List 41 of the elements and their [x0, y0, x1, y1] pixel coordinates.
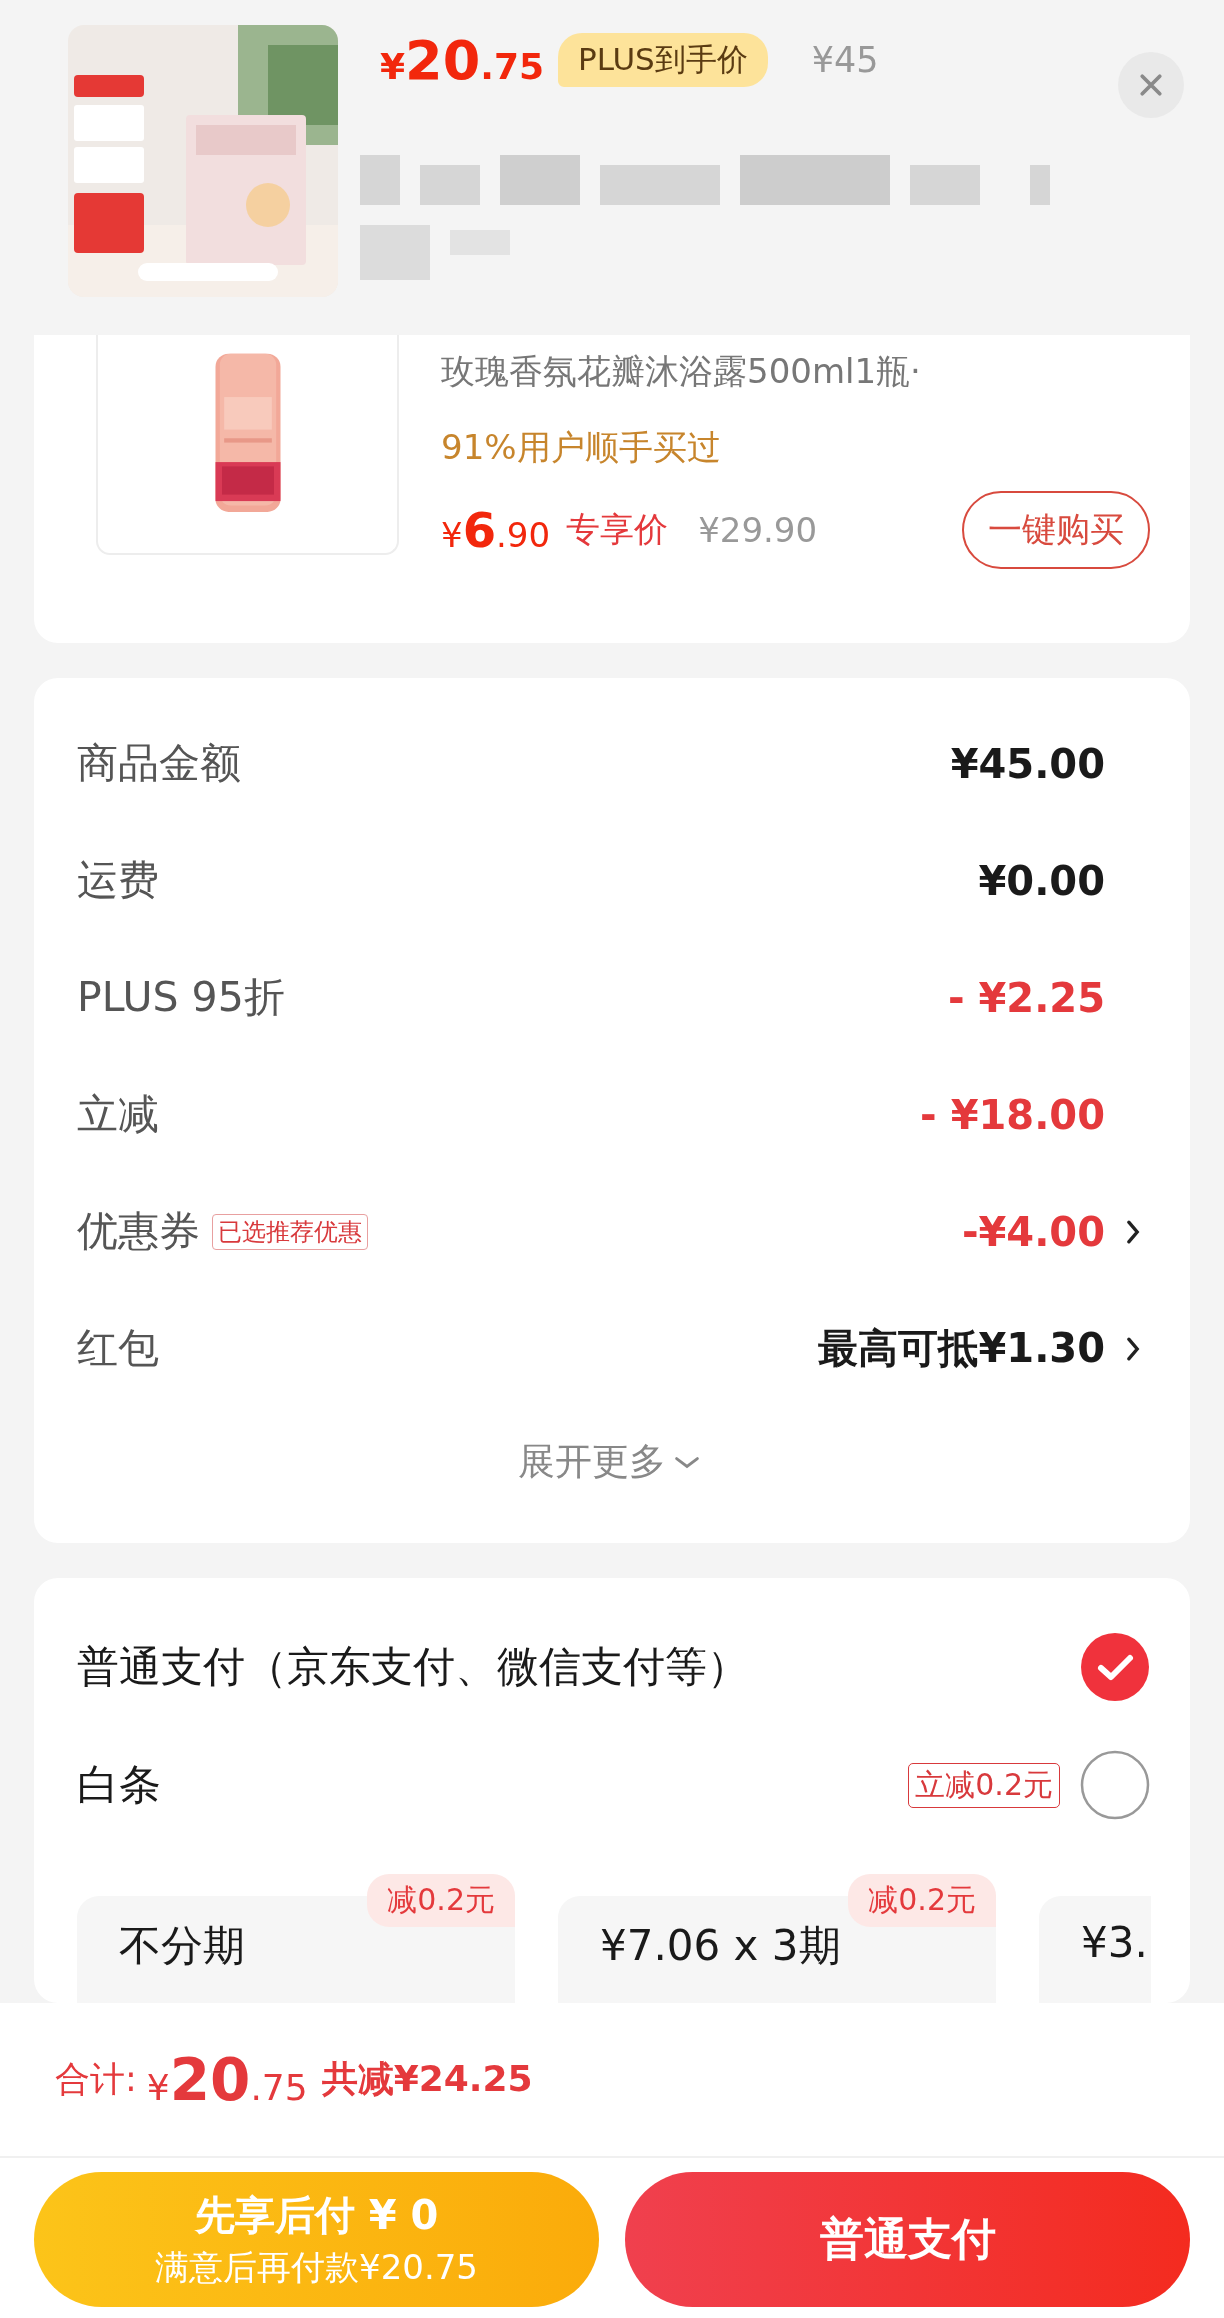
purchase-note: 91%用户顺手买过 — [441, 426, 722, 469]
price-badge: PLUS到手价 — [558, 33, 768, 87]
price: ¥6.90 — [441, 502, 551, 558]
radio-icon[interactable] — [1080, 1750, 1150, 1820]
tag: 已选推荐优惠 — [212, 1213, 368, 1250]
plan-title: ¥3. — [1081, 1918, 1149, 1967]
chevron-right-icon[interactable] — [1126, 1218, 1140, 1245]
row-value: -¥4.00 — [961, 1208, 1105, 1255]
row-label: 红包 — [77, 1323, 159, 1374]
chevron-right-icon[interactable] — [1126, 1335, 1140, 1362]
plan-card[interactable]: ¥3. — [1039, 1896, 1151, 2003]
row-label: 商品金额 — [77, 738, 241, 789]
payment-option[interactable]: 普通支付（京东支付、微信支付等） — [77, 1639, 1066, 1695]
expand-link[interactable]: 展开更多 — [517, 1437, 700, 1487]
discount-badge: 减0.2元 — [848, 1874, 996, 1927]
row-label: PLUS 95折 — [77, 972, 285, 1023]
row-value: - ¥2.25 — [947, 974, 1105, 1021]
radio-checked-icon[interactable] — [1080, 1632, 1150, 1702]
plan-title: ¥7.06 x 3期 — [600, 1920, 842, 1972]
buy-button[interactable]: 一键购买 — [962, 491, 1150, 569]
row-label: 立减 — [77, 1089, 159, 1140]
row-label: 优惠券 — [77, 1206, 200, 1257]
total-label: 合计: — [55, 2058, 137, 2101]
row-value: ¥45.00 — [950, 740, 1105, 787]
row-label: 运费 — [77, 855, 159, 906]
pay-button[interactable]: 普通支付 — [625, 2172, 1190, 2307]
total-price: ¥20.75 — [146, 2045, 308, 2114]
original-price: ¥45 — [811, 40, 879, 80]
tag: 立减0.2元 — [908, 1762, 1060, 1808]
row-value: - ¥18.00 — [920, 1091, 1105, 1138]
payment-option[interactable]: 白条 — [77, 1757, 895, 1813]
price: ¥20.75 — [380, 28, 544, 92]
product-title: 玫瑰香氛花瓣沐浴露500ml1瓶· — [441, 350, 922, 393]
chevron-down-icon — [673, 1455, 700, 1469]
row-value: ¥0.00 — [978, 857, 1105, 904]
price-label: 专享价 — [566, 508, 669, 551]
original-price: ¥29.90 — [698, 510, 818, 550]
row-value: 最高可抵¥1.30 — [818, 1324, 1105, 1373]
discount-badge: 减0.2元 — [367, 1874, 515, 1927]
plan-title: 不分期 — [119, 1920, 246, 1972]
saved-amount: 共减¥24.25 — [321, 2057, 533, 2101]
